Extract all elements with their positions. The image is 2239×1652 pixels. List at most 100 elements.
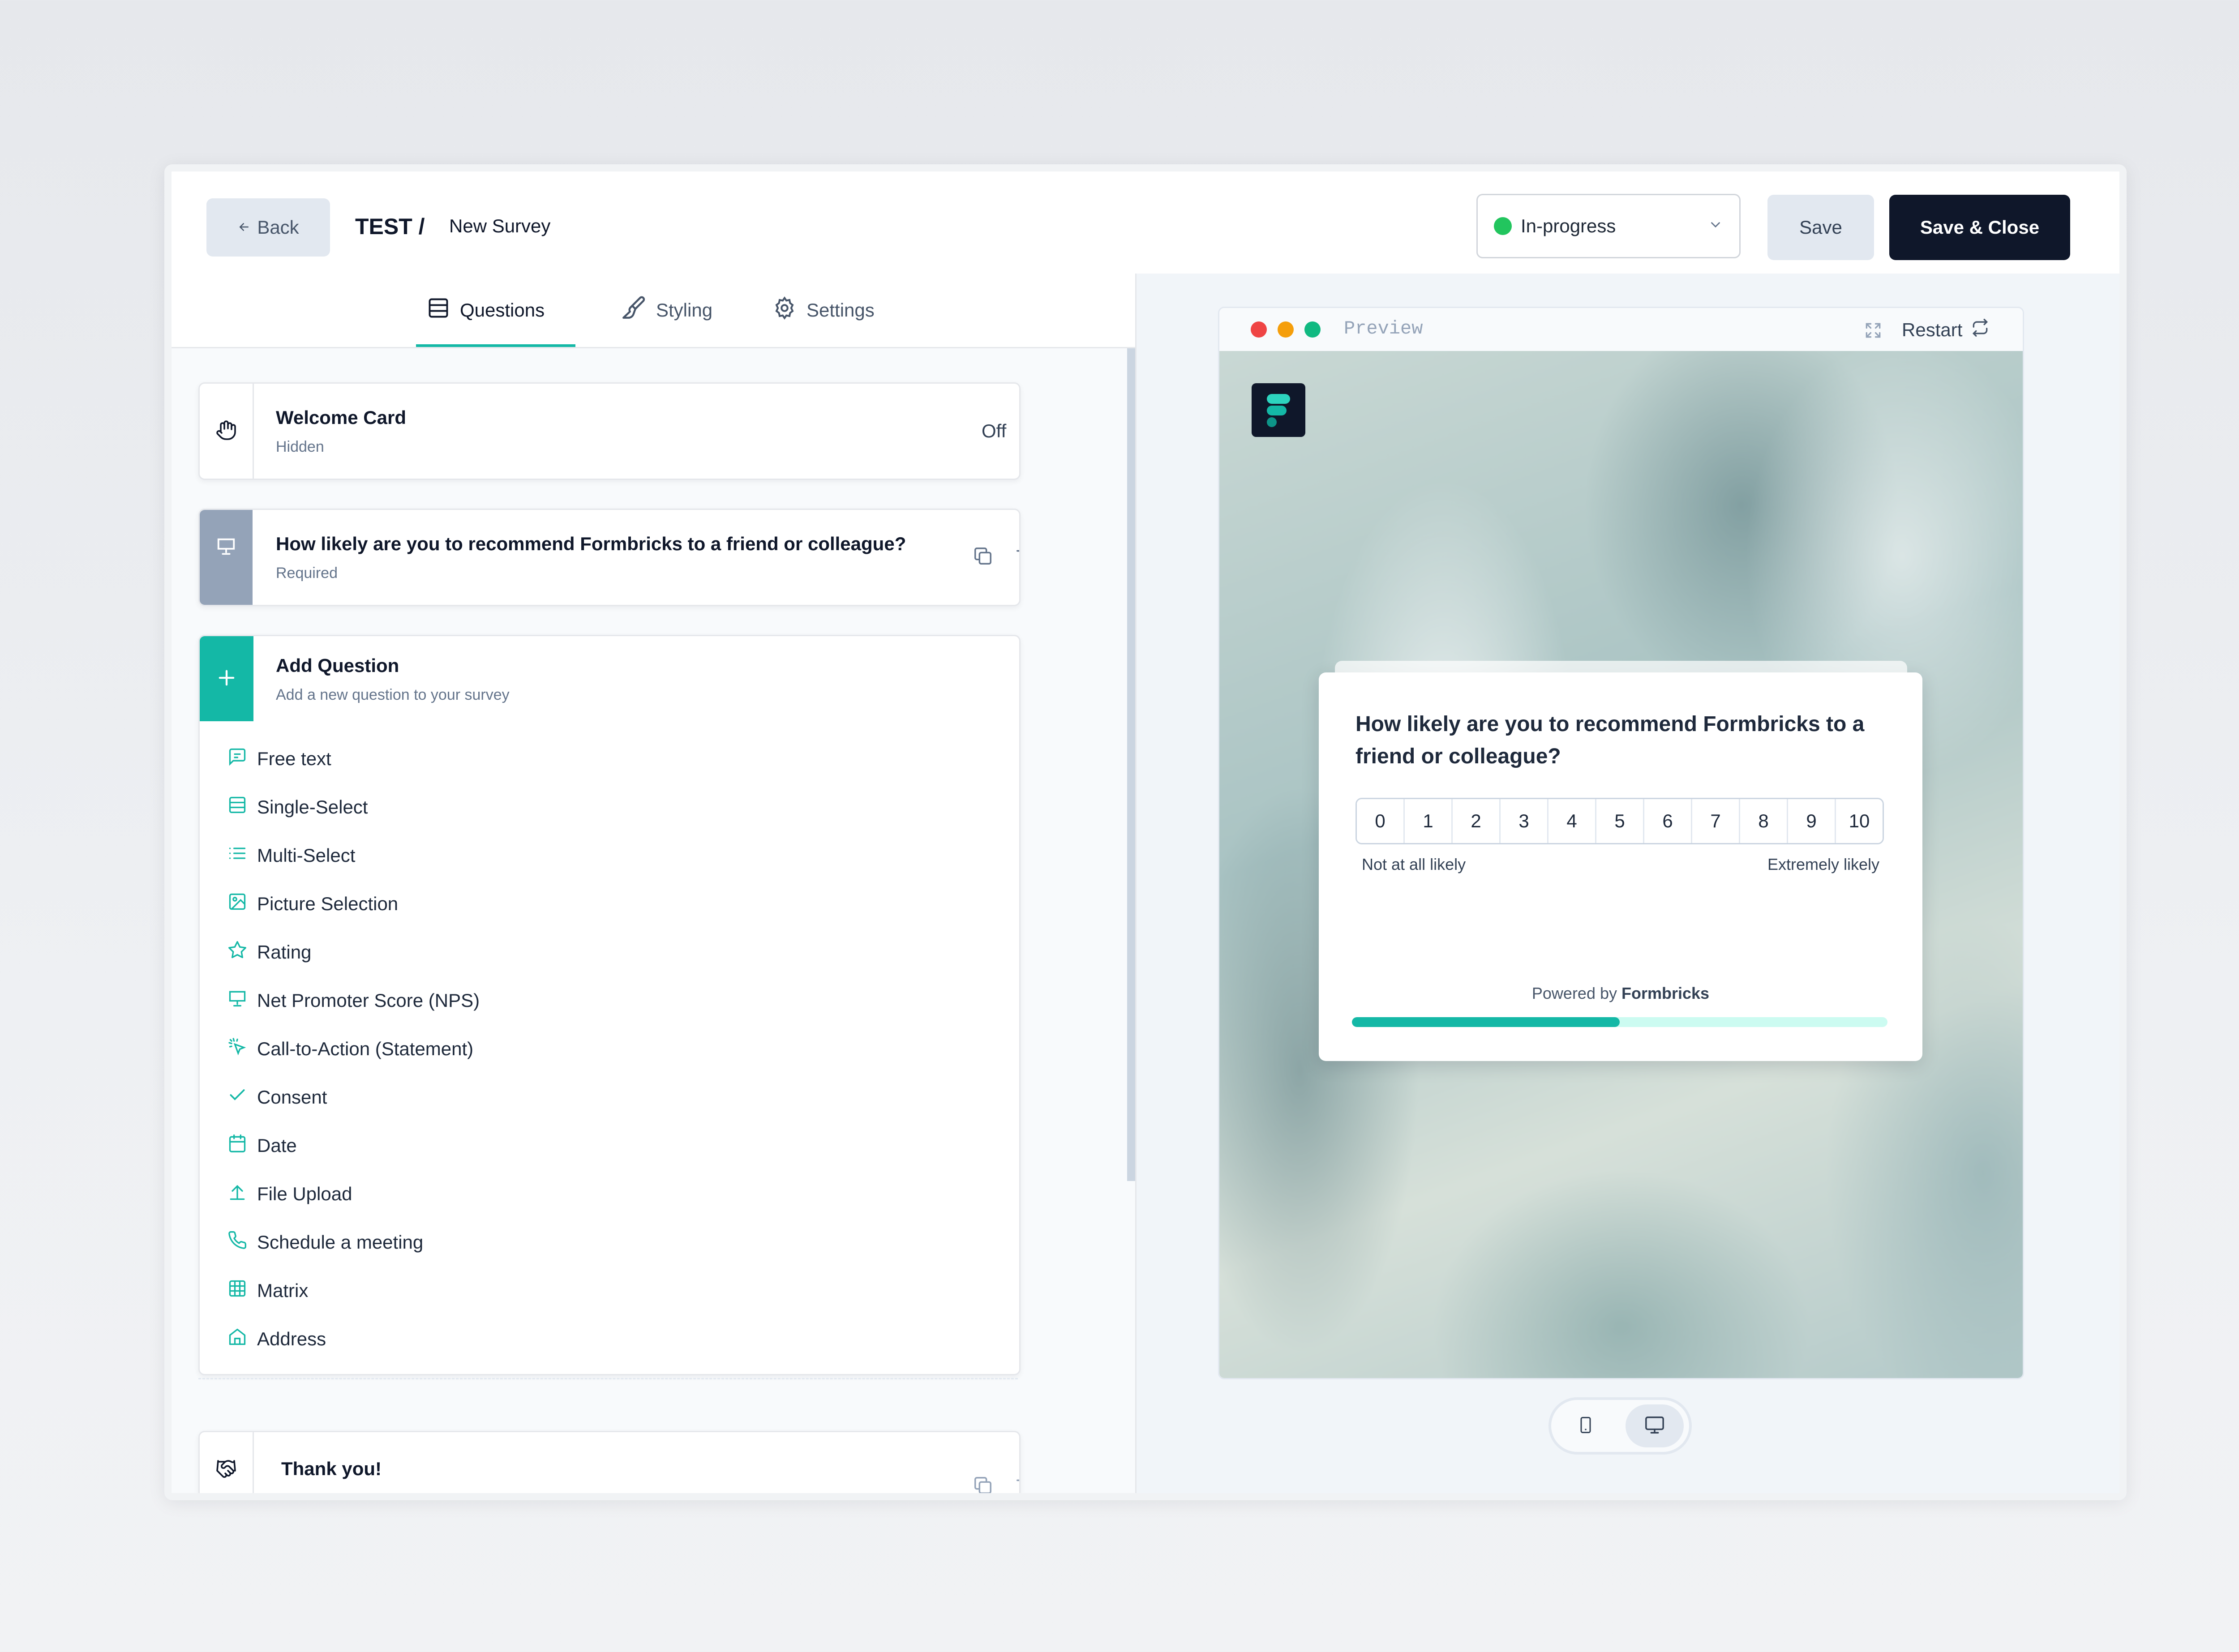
calendar-icon <box>227 1134 247 1158</box>
gear-icon <box>772 296 797 325</box>
question-type-label: Single-Select <box>257 796 368 817</box>
status-dropdown[interactable]: In-progress <box>1476 194 1741 258</box>
message-square-icon <box>227 747 247 771</box>
add-question-title: Add Question <box>276 655 399 676</box>
save-button[interactable]: Save <box>1767 195 1874 260</box>
nps-option[interactable]: 10 <box>1835 799 1883 843</box>
nps-lower-label: Not at all likely <box>1362 855 1466 873</box>
preview-question-text: How likely are you to recommend Formbric… <box>1355 712 1865 768</box>
question-type-schedule-meeting[interactable]: Schedule a meeting <box>227 1218 480 1267</box>
question-type-consent[interactable]: Consent <box>227 1073 480 1121</box>
nps-option[interactable]: 9 <box>1787 799 1835 843</box>
powered-by-brand: Formbricks <box>1621 984 1710 1002</box>
restart-label: Restart <box>1902 319 1963 340</box>
nps-option[interactable]: 6 <box>1643 799 1691 843</box>
mobile-view-button[interactable] <box>1557 1404 1615 1447</box>
questions-list[interactable]: Welcome Card Hidden Off How likely are y… <box>172 348 1135 1493</box>
question-type-multi-select[interactable]: Multi-Select <box>227 831 480 880</box>
question-type-file-upload[interactable]: File Upload <box>227 1170 480 1218</box>
rows-icon <box>227 795 247 819</box>
tab-settings-label: Settings <box>806 300 875 321</box>
window-maximize-dot-icon <box>1304 321 1321 338</box>
nps-option[interactable]: 0 <box>1357 799 1403 843</box>
nps-option[interactable]: 4 <box>1547 799 1595 843</box>
question-type-label: Net Promoter Score (NPS) <box>257 990 480 1011</box>
phone-icon <box>227 1230 247 1254</box>
tab-styling[interactable]: Styling <box>620 274 712 347</box>
add-question-subtitle: Add a new question to your survey <box>276 686 510 703</box>
question-type-nps[interactable]: Net Promoter Score (NPS) <box>227 976 480 1025</box>
survey-progress-bar <box>1352 1017 1887 1027</box>
question-type-label: Date <box>257 1135 297 1156</box>
tab-questions[interactable]: Questions <box>427 274 545 347</box>
save-close-button[interactable]: Save & Close <box>1889 195 2070 260</box>
nps-option[interactable]: 2 <box>1451 799 1499 843</box>
welcome-card-subtitle: Hidden <box>276 438 324 455</box>
smartphone-icon <box>1577 1415 1595 1437</box>
tab-questions-label: Questions <box>460 300 545 321</box>
upload-icon <box>227 1182 247 1206</box>
status-indicator-icon <box>1494 217 1512 235</box>
arrow-left-icon <box>237 217 251 238</box>
question-type-matrix[interactable]: Matrix <box>227 1267 480 1315</box>
thank-you-card[interactable]: Thank you! <box>198 1431 1021 1493</box>
nps-option[interactable]: 3 <box>1499 799 1547 843</box>
star-icon <box>227 940 247 964</box>
preview-background: How likely are you to recommend Formbric… <box>1219 351 2023 1378</box>
question-type-address[interactable]: Address <box>227 1315 480 1363</box>
device-toggle <box>1548 1397 1692 1455</box>
thank-you-card-handle <box>200 1432 254 1493</box>
survey-name-input[interactable]: New Survey <box>449 215 550 237</box>
restart-button[interactable]: Restart <box>1902 318 1990 342</box>
scrollbar-thumb[interactable] <box>1127 348 1135 1181</box>
editor-tabs: Questions Styling Settings <box>172 274 1135 348</box>
welcome-card[interactable]: Welcome Card Hidden Off <box>198 382 1021 480</box>
question-type-single-select[interactable]: Single-Select <box>227 783 480 831</box>
welcome-toggle-label: Off <box>982 420 1007 441</box>
grid-icon <box>227 1279 247 1303</box>
image-icon <box>227 892 247 916</box>
top-bar: Back TEST / New Survey In-progress Save … <box>172 171 2119 275</box>
preview-title: Preview <box>1344 318 1423 339</box>
question-card-subtitle: Required <box>276 565 338 582</box>
nps-upper-label: Extremely likely <box>1767 855 1879 873</box>
trash-icon[interactable] <box>1015 1475 1019 1493</box>
nps-option[interactable]: 1 <box>1403 799 1451 843</box>
question-type-picture-selection[interactable]: Picture Selection <box>227 880 480 928</box>
question-type-rating[interactable]: Rating <box>227 928 480 976</box>
plus-icon <box>215 666 238 692</box>
nps-option[interactable]: 5 <box>1595 799 1643 843</box>
question-type-label: Consent <box>257 1087 327 1108</box>
handshake-icon <box>215 1458 237 1493</box>
tab-settings[interactable]: Settings <box>772 274 875 347</box>
survey-progress-fill <box>1352 1017 1620 1027</box>
list-icon <box>227 843 247 868</box>
powered-by-label: Powered by Formbricks <box>1319 984 1922 1003</box>
desktop-view-button[interactable] <box>1626 1404 1684 1447</box>
question-card-handle[interactable] <box>200 510 253 605</box>
back-button[interactable]: Back <box>206 198 330 257</box>
question-type-cta[interactable]: Call-to-Action (Statement) <box>227 1025 480 1073</box>
welcome-card-handle <box>200 384 254 479</box>
question-type-label: Picture Selection <box>257 893 399 914</box>
list-icon <box>427 296 450 324</box>
nps-option[interactable]: 7 <box>1691 799 1739 843</box>
question-type-label: Rating <box>257 942 312 963</box>
add-question-button[interactable] <box>200 636 253 721</box>
copy-icon[interactable] <box>973 546 993 569</box>
paintbrush-icon <box>620 295 646 325</box>
preview-window: Preview Restart How likely are you to re… <box>1218 307 2024 1379</box>
question-type-free-text[interactable]: Free text <box>227 735 480 783</box>
expand-icon[interactable] <box>1863 321 1883 342</box>
question-type-list: Free text Single-Select Multi-Select Pic… <box>227 735 480 1363</box>
question-type-date[interactable]: Date <box>227 1121 480 1170</box>
copy-icon[interactable] <box>973 1475 993 1493</box>
preview-panel: Preview Restart How likely are you to re… <box>1135 274 2119 1493</box>
formbricks-logo <box>1252 383 1305 437</box>
question-type-label: Schedule a meeting <box>257 1232 424 1253</box>
nps-option[interactable]: 8 <box>1739 799 1787 843</box>
nps-scale: 0 1 2 3 4 5 6 7 8 9 10 <box>1355 798 1884 844</box>
question-card[interactable]: How likely are you to recommend Formbric… <box>198 509 1021 606</box>
breadcrumb-environment[interactable]: TEST / <box>355 214 425 240</box>
trash-icon[interactable] <box>1015 546 1019 569</box>
